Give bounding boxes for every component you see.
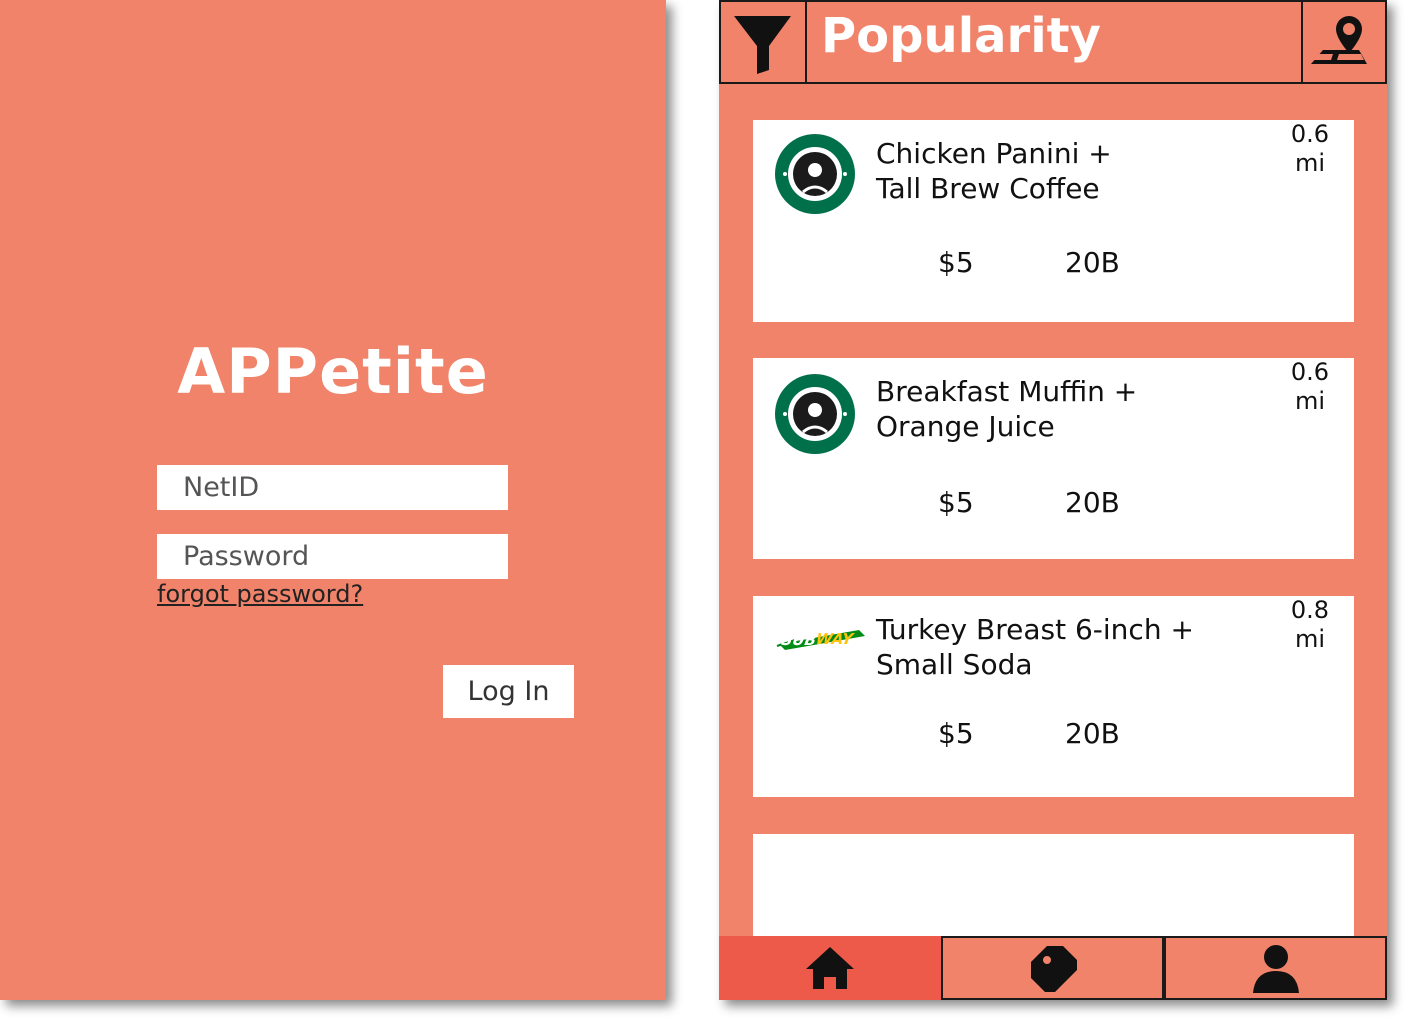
deal-card[interactable]: Breakfast Muffin + Orange Juice 0.6 mi $… bbox=[753, 358, 1354, 559]
filter-button[interactable] bbox=[721, 2, 807, 82]
map-button[interactable] bbox=[1301, 2, 1385, 82]
deal-title: Breakfast Muffin + Orange Juice bbox=[876, 375, 1138, 443]
deal-location: 20B bbox=[1065, 717, 1120, 750]
deal-card[interactable]: SUB WAY Turkey Breast 6-inch + Small Sod… bbox=[753, 596, 1354, 797]
nav-profile-tab[interactable] bbox=[1164, 936, 1387, 1000]
deal-price: $5 bbox=[938, 246, 974, 279]
svg-text:WAY: WAY bbox=[814, 630, 856, 648]
deal-title: Turkey Breast 6-inch + Small Soda bbox=[876, 613, 1194, 681]
login-button[interactable]: Log In bbox=[443, 665, 574, 718]
login-screen: APPetite forgot password? Log In bbox=[0, 0, 666, 1000]
nav-home-tab[interactable] bbox=[719, 936, 941, 1000]
starbucks-logo bbox=[775, 374, 855, 454]
sort-title: Popularity bbox=[821, 8, 1101, 64]
deals-screen: Popularity Chicken Panini + Tall Brew Co… bbox=[719, 0, 1387, 1000]
top-bar: Popularity bbox=[719, 0, 1387, 84]
map-pin-icon bbox=[1311, 16, 1367, 64]
starbucks-logo bbox=[775, 134, 855, 214]
svg-text:SUB: SUB bbox=[780, 631, 818, 649]
deal-card[interactable] bbox=[753, 834, 1354, 944]
nav-deals-tab[interactable] bbox=[941, 936, 1164, 1000]
bottom-nav bbox=[719, 936, 1387, 1000]
deal-distance: 0.8 mi bbox=[1290, 596, 1330, 653]
deal-price: $5 bbox=[938, 717, 974, 750]
forgot-password-link[interactable]: forgot password? bbox=[157, 580, 363, 608]
deal-distance: 0.6 mi bbox=[1290, 358, 1330, 415]
subway-logo: SUB WAY bbox=[776, 630, 865, 650]
app-title: APPetite bbox=[177, 335, 489, 408]
filter-icon bbox=[734, 16, 791, 74]
user-icon bbox=[1252, 945, 1299, 993]
password-input[interactable] bbox=[157, 534, 508, 579]
deal-distance: 0.6 mi bbox=[1290, 120, 1330, 177]
deal-card[interactable]: Chicken Panini + Tall Brew Coffee 0.6 mi… bbox=[753, 120, 1354, 322]
deal-title: Chicken Panini + Tall Brew Coffee bbox=[876, 137, 1112, 205]
tag-icon bbox=[1030, 946, 1077, 992]
deal-price: $5 bbox=[938, 486, 974, 519]
deal-location: 20B bbox=[1065, 486, 1120, 519]
netid-input[interactable] bbox=[157, 465, 508, 510]
deal-location: 20B bbox=[1065, 246, 1120, 279]
home-icon bbox=[806, 947, 854, 989]
